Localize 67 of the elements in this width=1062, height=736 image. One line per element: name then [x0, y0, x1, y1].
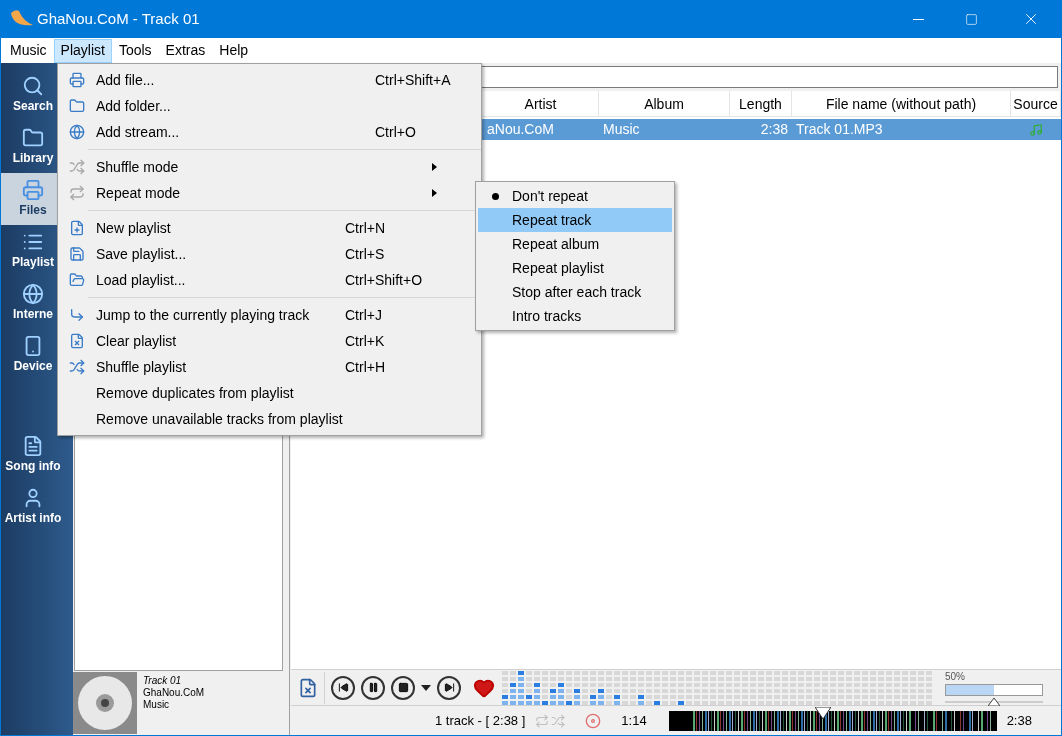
menu-bar-item[interactable]: Tools: [111, 38, 159, 63]
stop-button[interactable]: [391, 675, 415, 700]
menu-bar-item[interactable]: Extras: [158, 38, 213, 63]
sidebar-item[interactable]: Song info: [1, 429, 73, 481]
minimize-icon: [912, 18, 924, 20]
track-artist: GhaNou.CoM: [143, 687, 205, 699]
menu-item[interactable]: Remove duplicates from playlist: [58, 380, 451, 406]
pause-icon: [367, 682, 379, 693]
printer-icon: [69, 72, 85, 88]
previous-button[interactable]: [331, 675, 355, 700]
globe-icon: [22, 283, 44, 305]
submenu-arrow-icon: [432, 189, 437, 197]
seek-bar[interactable]: [668, 710, 997, 731]
printer-icon: [22, 179, 44, 201]
submenu-arrow-icon: [432, 163, 437, 171]
column-header[interactable]: Source: [1011, 91, 1061, 117]
floppy-icon: [69, 246, 85, 262]
pause-button[interactable]: [361, 675, 385, 700]
table-cell-text: Track 01.MP3: [795, 120, 884, 139]
folder-icon: [69, 98, 85, 114]
table-cell-text: 2:38: [759, 120, 789, 139]
caret-icon[interactable]: [421, 684, 431, 691]
globe-icon: [69, 124, 85, 140]
folder-icon: [22, 127, 44, 149]
column-header[interactable]: File name (without path): [792, 91, 1011, 117]
previous-icon: [337, 682, 349, 693]
menu-item[interactable]: Don't repeat: [478, 184, 672, 208]
volume-slider[interactable]: [945, 684, 1043, 706]
menu-item[interactable]: Intro tracks: [478, 304, 672, 328]
arrow-icon: [69, 307, 85, 323]
folder-icon: [69, 272, 85, 288]
menu-bar-item[interactable]: Music: [3, 38, 54, 63]
track-album: Music: [143, 699, 171, 711]
volume-reading: 50%: [945, 670, 965, 684]
stop-icon: [397, 682, 409, 693]
shuffle-icon: [69, 159, 85, 175]
new-file-icon: [69, 220, 85, 236]
next-button[interactable]: [437, 675, 461, 700]
column-header[interactable]: Album: [599, 91, 730, 117]
elapsed-time: 1:14: [621, 711, 647, 730]
next-icon: [443, 682, 455, 693]
music-file-icon: [1029, 122, 1043, 137]
menu-item[interactable]: Stop after each track: [478, 280, 672, 304]
column-header[interactable]: Length: [730, 91, 792, 117]
menu-bar-item[interactable]: Help: [212, 38, 256, 63]
menu-item[interactable]: Repeat playlist: [478, 256, 672, 280]
table-cell-text: aNou.CoM: [486, 120, 555, 139]
menu-item[interactable]: Repeat album: [478, 232, 672, 256]
total-time: 2:38: [1006, 711, 1032, 730]
menu-bar-item[interactable]: Playlist: [53, 38, 112, 63]
column-header[interactable]: Artist: [483, 91, 599, 117]
maximize-icon: [964, 12, 978, 26]
repeat-icon: [69, 185, 85, 201]
clear-list-icon: [69, 333, 85, 349]
search-icon: [22, 75, 44, 97]
window-title: GhaNou.CoM - Track 01: [37, 8, 200, 29]
document-icon: [22, 435, 44, 457]
track-title: Track 01: [143, 675, 183, 687]
disc-icon[interactable]: [585, 712, 602, 729]
menu-item[interactable]: Repeat track: [478, 208, 672, 232]
shuffle-icon: [69, 359, 85, 375]
sidebar-item[interactable]: Artist info: [1, 481, 73, 533]
slider-thumb-icon[interactable]: [988, 698, 1000, 706]
table-cell-text: Music: [602, 120, 641, 139]
menu-item[interactable]: Remove unavailable tracks from playlist: [58, 406, 451, 432]
bullet-icon: [491, 192, 499, 200]
track-summary: 1 track - [ 2:38 ]: [435, 711, 526, 730]
